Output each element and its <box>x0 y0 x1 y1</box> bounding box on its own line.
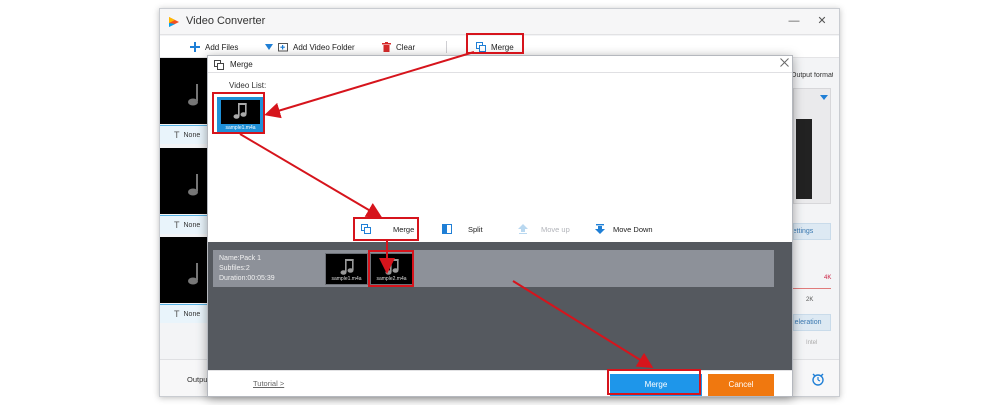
move-up-action-button[interactable]: Move up <box>518 222 570 236</box>
intel-label: Intel <box>806 340 818 346</box>
move-down-icon <box>595 224 605 234</box>
pack-subfiles: Subfiles:2 <box>219 265 250 272</box>
close-icon <box>779 58 789 67</box>
chevron-down-icon <box>820 95 828 100</box>
annotation-box-video-item <box>212 92 265 134</box>
move-down-action-button[interactable]: Move Down <box>595 222 653 236</box>
subtitle-icon: T <box>174 220 180 230</box>
add-video-folder-label: Add Video Folder <box>293 42 355 52</box>
video-list-label: Video List: <box>229 81 267 90</box>
dialog-title-bar: Merge <box>208 56 792 73</box>
plus-icon <box>190 42 200 52</box>
dialog-title: Merge <box>230 60 253 69</box>
dialog-close-button[interactable] <box>778 58 790 70</box>
merge-dialog: Merge Video List: sample1.m4a Merge Spli… <box>207 55 793 397</box>
merge-pack-area: Name:Pack 1 Subfiles:2 Duration:00:05:39… <box>208 242 792 370</box>
clear-button[interactable]: Clear <box>382 40 415 54</box>
subtitle-row[interactable]: T None <box>160 304 208 323</box>
output-format-label: Output format: <box>793 72 833 79</box>
pack-info: Name:Pack 1 Subfiles:2 Duration:00:05:39 <box>219 254 275 284</box>
merge-pack-row[interactable]: Name:Pack 1 Subfiles:2 Duration:00:05:39… <box>213 250 774 287</box>
file-thumbnail[interactable] <box>160 148 208 214</box>
split-icon <box>442 224 452 234</box>
cancel-button[interactable]: Cancel <box>708 374 774 396</box>
annotation-box-pack-item <box>368 250 414 287</box>
tutorial-link[interactable]: Tutorial > <box>253 379 284 388</box>
subtitle-icon: T <box>174 130 180 140</box>
title-bar: Video Converter — ✕ <box>160 9 839 35</box>
dialog-action-bar: Merge Split Move up Move Down <box>208 216 792 242</box>
file-thumbnail[interactable] <box>160 237 208 303</box>
subtitle-row[interactable]: T None <box>160 125 208 144</box>
music-note-icon <box>188 84 198 106</box>
close-window-button[interactable]: ✕ <box>814 14 830 28</box>
subtitle-value: None <box>183 310 201 318</box>
subtitle-value: None <box>183 221 201 229</box>
add-files-label: Add Files <box>205 42 239 52</box>
move-up-icon <box>518 224 528 234</box>
pack-duration: Duration:00:05:39 <box>219 275 275 282</box>
settings-button[interactable]: Settings <box>793 223 831 240</box>
file-thumbnail[interactable] <box>160 58 208 124</box>
annotation-box-action-merge <box>353 217 419 241</box>
music-note-icon <box>188 174 198 196</box>
music-note-icon <box>340 259 354 275</box>
subtitle-row[interactable]: T None <box>160 215 208 234</box>
app-title: Video Converter <box>186 15 266 27</box>
split-action-button[interactable]: Split <box>442 222 483 236</box>
trash-icon <box>382 42 391 52</box>
subtitle-icon: T <box>174 309 180 319</box>
annotation-box-merge-button <box>607 369 701 395</box>
toolbar-divider <box>446 41 447 53</box>
add-files-button[interactable]: Add Files <box>190 40 238 54</box>
resolution-label-2k: 2K <box>806 297 814 303</box>
screenshot-stage: Video Converter — ✕ Add Files Add Video … <box>0 0 1000 405</box>
acceleration-button[interactable]: Acceleration <box>793 314 831 331</box>
move-up-action-label: Move up <box>541 224 570 234</box>
pack-item-thumbnail[interactable]: sample1.m4a <box>325 253 368 285</box>
output-format-selector[interactable] <box>793 88 831 204</box>
resolution-label-4k: 4K <box>824 275 832 281</box>
dialog-footer: Tutorial > Merge Cancel <box>208 370 792 396</box>
add-video-folder-button[interactable]: Add Video Folder <box>265 40 355 54</box>
clear-label: Clear <box>396 42 416 52</box>
alarm-clock-icon[interactable] <box>811 372 825 386</box>
pack-name: Name:Pack 1 <box>219 255 262 262</box>
pack-item-name: sample1.m4a <box>331 276 362 282</box>
resolution-slider[interactable] <box>793 288 831 289</box>
split-action-label: Split <box>468 224 483 234</box>
music-note-icon <box>188 263 198 285</box>
subtitle-value: None <box>183 131 201 139</box>
chevron-down-icon <box>265 44 273 50</box>
merge-icon <box>214 60 224 70</box>
annotation-box-toolbar-merge <box>466 33 524 54</box>
minimize-button[interactable]: — <box>786 14 802 28</box>
format-preview-image <box>796 119 812 199</box>
app-logo-icon <box>169 17 179 27</box>
move-down-action-label: Move Down <box>613 224 653 234</box>
folder-icon <box>278 43 288 52</box>
